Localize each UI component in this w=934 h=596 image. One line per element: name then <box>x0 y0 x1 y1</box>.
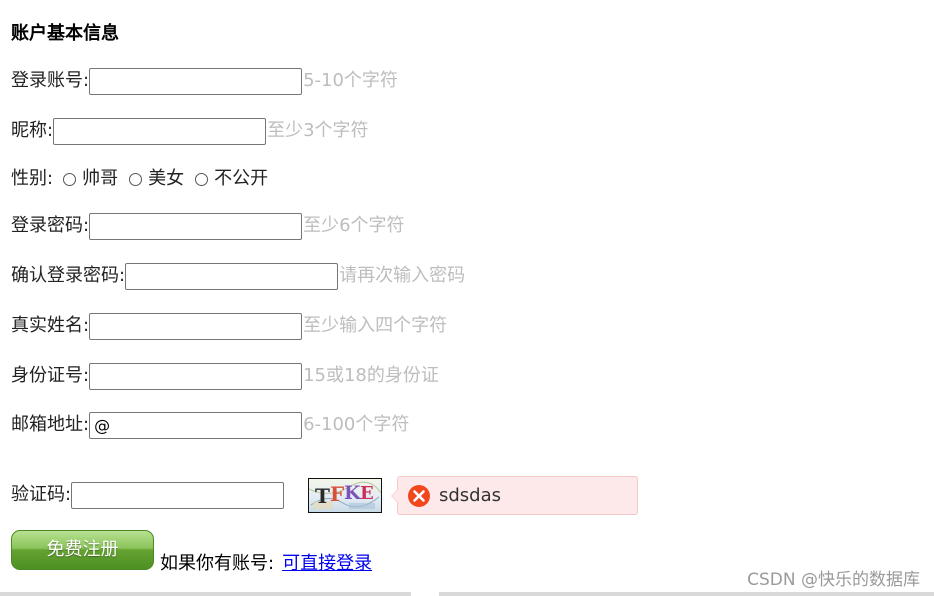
password-hint: 至少6个字符 <box>303 215 405 236</box>
email-label: 邮箱地址: <box>11 414 90 435</box>
nickname-hint: 至少3个字符 <box>267 120 369 141</box>
confirm-password-label: 确认登录密码: <box>11 265 126 286</box>
real-name-label: 真实姓名: <box>11 315 90 336</box>
login-prompt: 如果你有账号: <box>160 553 275 574</box>
id-number-input[interactable] <box>89 362 303 390</box>
captcha-char-1: T <box>315 484 330 508</box>
gender-row: 性别: 帅哥 美女 不公开 <box>11 165 279 193</box>
password-label: 登录密码: <box>11 215 90 236</box>
gender-option-male[interactable]: 帅哥 <box>63 167 118 191</box>
registration-page: 账户基本信息 登录账号: 5-10个字符 昵称: 至少3个字符 性别: 帅哥 美… <box>0 0 934 596</box>
gender-option-label: 美女 <box>148 168 185 189</box>
account-label: 登录账号: <box>11 70 90 91</box>
captcha-input[interactable] <box>71 481 285 509</box>
id-number-row: 身份证号: 15或18的身份证 <box>11 362 439 390</box>
captcha-char-2: F <box>330 482 344 506</box>
account-hint: 5-10个字符 <box>303 70 398 91</box>
confirm-password-row: 确认登录密码: 请再次输入密码 <box>11 262 465 290</box>
gender-option-private[interactable]: 不公开 <box>195 167 268 191</box>
nickname-input[interactable] <box>53 117 267 145</box>
account-input[interactable] <box>89 67 303 95</box>
tooltip-arrow-inner <box>392 490 398 502</box>
radio-private[interactable] <box>195 172 209 186</box>
captcha-label: 验证码: <box>11 484 72 505</box>
login-link[interactable]: 可直接登录 <box>282 553 372 574</box>
password-row: 登录密码: 至少6个字符 <box>11 212 405 240</box>
error-tooltip: sdsdas <box>391 476 638 515</box>
register-button[interactable]: 免费注册 <box>11 530 154 570</box>
gender-label: 性别: <box>11 168 54 189</box>
gender-option-label: 不公开 <box>214 168 269 189</box>
captcha-image[interactable]: T F K E <box>308 478 382 513</box>
captcha-graphic: T F K E <box>309 481 381 509</box>
gender-option-label: 帅哥 <box>82 168 119 189</box>
radio-male[interactable] <box>63 172 77 186</box>
real-name-row: 真实姓名: 至少输入四个字符 <box>11 312 447 340</box>
email-input[interactable] <box>89 411 303 439</box>
account-row: 登录账号: 5-10个字符 <box>11 67 398 95</box>
captcha-row: 验证码: <box>11 481 285 509</box>
nickname-label: 昵称: <box>11 120 54 141</box>
confirm-password-hint: 请再次输入密码 <box>339 265 466 286</box>
section-title: 账户基本信息 <box>11 23 119 44</box>
real-name-hint: 至少输入四个字符 <box>303 315 448 336</box>
id-number-hint: 15或18的身份证 <box>303 365 439 386</box>
login-prompt-line: 如果你有账号: 可直接登录 <box>160 552 372 576</box>
bottom-divider <box>0 592 934 596</box>
nickname-row: 昵称: 至少3个字符 <box>11 117 369 145</box>
gender-option-female[interactable]: 美女 <box>129 167 184 191</box>
id-number-label: 身份证号: <box>11 365 90 386</box>
error-message: sdsdas <box>439 484 502 506</box>
real-name-input[interactable] <box>89 312 303 340</box>
watermark: CSDN @快乐的数据库 <box>747 570 920 590</box>
gender-radio-group: 帅哥 美女 不公开 <box>63 167 279 191</box>
email-hint: 6-100个字符 <box>303 414 410 435</box>
confirm-password-input[interactable] <box>125 262 339 290</box>
captcha-char-4: E <box>360 483 374 504</box>
radio-female[interactable] <box>129 172 143 186</box>
error-x-icon <box>408 484 430 507</box>
password-input[interactable] <box>89 212 303 240</box>
email-row: 邮箱地址: 6-100个字符 <box>11 411 409 439</box>
